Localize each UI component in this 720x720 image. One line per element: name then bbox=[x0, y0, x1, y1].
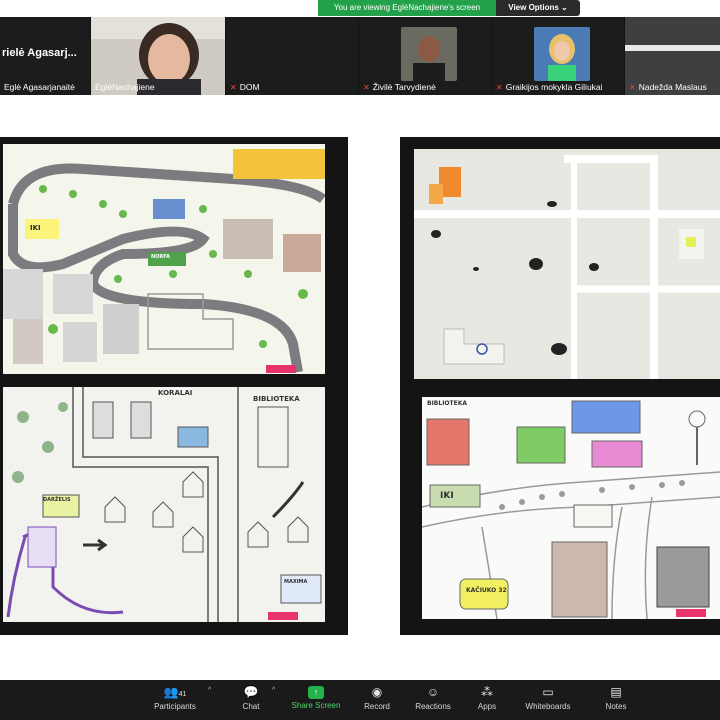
mic-muted-icon: ✕ bbox=[496, 82, 503, 92]
mic-muted-icon: ✕ bbox=[629, 82, 636, 92]
participant-tile[interactable]: ✕ DOM bbox=[226, 17, 358, 95]
apps-button[interactable]: ⁂ Apps bbox=[457, 684, 517, 718]
drawing-author-tag bbox=[676, 609, 706, 617]
participant-name-label: ✕ DOM bbox=[230, 82, 260, 92]
drawing-colorful-map: BIBLIOTEKA IKI KAČIUKO 32 bbox=[422, 397, 720, 619]
participant-video bbox=[401, 27, 457, 81]
view-options-label: View Options bbox=[508, 3, 559, 12]
record-button[interactable]: ◉ Record bbox=[347, 684, 407, 718]
reactions-icon: ☺ bbox=[426, 685, 440, 699]
mic-muted-icon: ✕ bbox=[230, 82, 237, 92]
whiteboard-icon: ▭ bbox=[542, 685, 554, 699]
participant-name-label: ✕ Graikijos mokykla Giliukai bbox=[496, 82, 603, 92]
apps-label: Apps bbox=[477, 702, 497, 711]
reactions-button[interactable]: ☺ Reactions bbox=[403, 684, 463, 718]
drawing-author-tag bbox=[268, 612, 298, 620]
drawing-label-iki: IKI bbox=[30, 224, 41, 232]
participant-video bbox=[625, 45, 720, 51]
drawing-author-tag bbox=[266, 365, 296, 373]
notes-label: Notes bbox=[605, 702, 627, 711]
chevron-down-icon: ⌄ bbox=[561, 3, 568, 12]
participant-name-label: ✕ Živilė Tarvydienė bbox=[363, 82, 436, 92]
participant-big-name: rielė Agasarj... bbox=[2, 47, 77, 59]
participant-name-label: EglėNachajiene bbox=[95, 82, 155, 92]
participant-tile[interactable]: ✕ Graikijos mokykla Giliukai bbox=[492, 17, 624, 95]
whiteboards-label: Whiteboards bbox=[525, 702, 571, 711]
viewing-screen-message: You are viewing EglėNachajiene's screen bbox=[318, 0, 496, 16]
participant-name-label: ✕ Nadežda Maslaus bbox=[629, 82, 707, 92]
participant-video bbox=[534, 27, 590, 81]
drawing-board-right: BIBLIOTEKA IKI KAČIUKO 32 bbox=[400, 137, 720, 635]
notes-button[interactable]: ▤ Notes bbox=[586, 684, 646, 718]
participant-tile[interactable]: ✕ Živilė Tarvydienė bbox=[359, 17, 491, 95]
whiteboards-button[interactable]: ▭ Whiteboards bbox=[518, 684, 578, 718]
participants-button[interactable]: 👥41 Participants bbox=[145, 684, 205, 718]
participant-tile[interactable]: ✕ Nadežda Maslaus bbox=[625, 17, 720, 95]
drawing-label-biblioteka-2: BIBLIOTEKA bbox=[427, 400, 468, 407]
drawing-label-biblioteka: BIBLIOTEKA bbox=[253, 395, 300, 403]
drawing-label-kaciuko: KAČIUKO 32 bbox=[466, 587, 507, 594]
share-screen-button[interactable]: ↑ Share Screen bbox=[286, 684, 346, 718]
drawing-label-norfa: NORFA bbox=[151, 254, 170, 260]
shared-screen: IKI NORFA KORALAI BIBLIOTEKA DARŽELIS MA… bbox=[0, 95, 720, 680]
drawing-board-left: IKI NORFA KORALAI BIBLIOTEKA DARŽELIS MA… bbox=[0, 137, 348, 635]
view-options-button[interactable]: View Options ⌄ bbox=[496, 0, 580, 16]
record-label: Record bbox=[364, 702, 390, 711]
drawing-neighborhood-map: KORALAI BIBLIOTEKA DARŽELIS MAXIMA bbox=[3, 387, 325, 622]
share-screen-label: Share Screen bbox=[291, 701, 341, 710]
drawing-city-map: IKI NORFA bbox=[3, 144, 325, 374]
notes-icon: ▤ bbox=[610, 685, 622, 699]
drawing-label-iki-2: IKI bbox=[440, 491, 454, 501]
drawing-label-maxima: MAXIMA bbox=[284, 579, 308, 585]
chevron-up-icon[interactable]: ^ bbox=[272, 687, 275, 694]
participant-name-label: Eglė Agasarjanaitė bbox=[4, 82, 75, 92]
video-strip: rielė Agasarj... Eglė Agasarjanaitė Eglė… bbox=[0, 17, 720, 95]
drawing-grey-map bbox=[414, 149, 720, 379]
drawing-label-darzelis: DARŽELIS bbox=[43, 497, 71, 503]
participant-tile[interactable]: rielė Agasarj... Eglė Agasarjanaitė bbox=[0, 17, 90, 95]
sharing-banner: You are viewing EglėNachajiene's screen … bbox=[0, 0, 720, 17]
participants-icon: 👥41 bbox=[163, 685, 187, 699]
participant-tile-active[interactable]: EglėNachajiene bbox=[91, 17, 225, 95]
apps-icon: ⁂ bbox=[481, 685, 493, 699]
record-icon: ◉ bbox=[371, 685, 383, 699]
participants-label: Participants bbox=[154, 702, 196, 711]
reactions-label: Reactions bbox=[415, 702, 451, 711]
meeting-toolbar: 👥41 Participants ^ 💬 Chat ^ ↑ Share Scre… bbox=[0, 680, 720, 720]
mic-muted-icon: ✕ bbox=[363, 82, 370, 92]
chat-label: Chat bbox=[242, 702, 260, 711]
chevron-up-icon[interactable]: ^ bbox=[208, 687, 211, 694]
drawing-label-koralai: KORALAI bbox=[158, 389, 193, 397]
share-screen-icon: ↑ bbox=[308, 686, 324, 699]
